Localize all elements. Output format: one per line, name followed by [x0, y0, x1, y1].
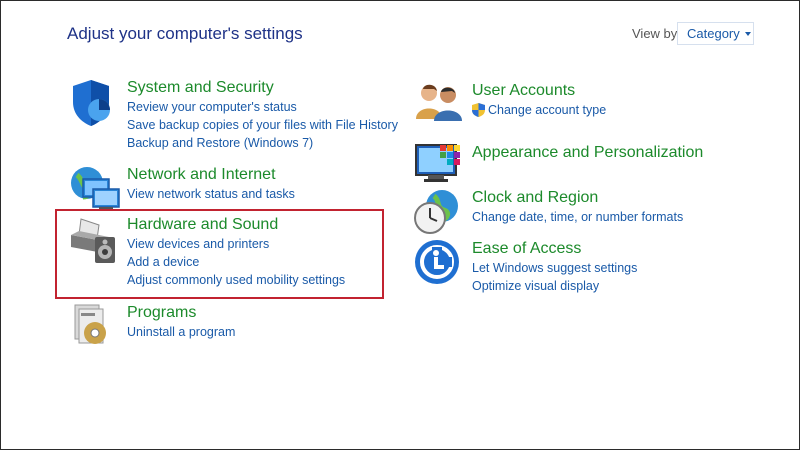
category-heading[interactable]: Appearance and Personalization: [472, 143, 703, 163]
link-windows-suggest[interactable]: Let Windows suggest settings: [472, 259, 637, 277]
view-by-dropdown[interactable]: Category: [677, 22, 754, 45]
link-review-status[interactable]: Review your computer's status: [127, 98, 398, 116]
category-heading[interactable]: Ease of Access: [472, 239, 637, 259]
ease-of-access-icon: [414, 239, 466, 291]
category-heading[interactable]: Programs: [127, 303, 235, 323]
link-backup-restore[interactable]: Backup and Restore (Windows 7): [127, 134, 398, 152]
category-heading[interactable]: User Accounts: [472, 81, 606, 101]
link-uninstall-program[interactable]: Uninstall a program: [127, 323, 235, 341]
category-heading[interactable]: Clock and Region: [472, 188, 683, 208]
category-heading[interactable]: System and Security: [127, 78, 398, 98]
link-label: Change account type: [488, 103, 607, 117]
link-network-status[interactable]: View network status and tasks: [127, 185, 295, 203]
clock-globe-icon: [414, 188, 466, 240]
highlight-box: [55, 209, 384, 299]
link-date-time-formats[interactable]: Change date, time, or number formats: [472, 208, 683, 226]
page-title: Adjust your computer's settings: [67, 24, 303, 43]
programs-disc-icon: [69, 303, 121, 355]
link-change-account-type[interactable]: Change account type: [472, 101, 606, 119]
category-heading[interactable]: Network and Internet: [127, 165, 295, 185]
shield-icon: [69, 78, 121, 130]
chevron-down-icon: [744, 32, 751, 36]
users-icon: [414, 81, 466, 133]
view-by-value: Category: [687, 26, 740, 41]
view-by-label: View by:: [632, 26, 681, 41]
link-optimize-display[interactable]: Optimize visual display: [472, 277, 637, 295]
link-file-history[interactable]: Save backup copies of your files with Fi…: [127, 116, 398, 134]
uac-shield-icon: [472, 103, 485, 117]
